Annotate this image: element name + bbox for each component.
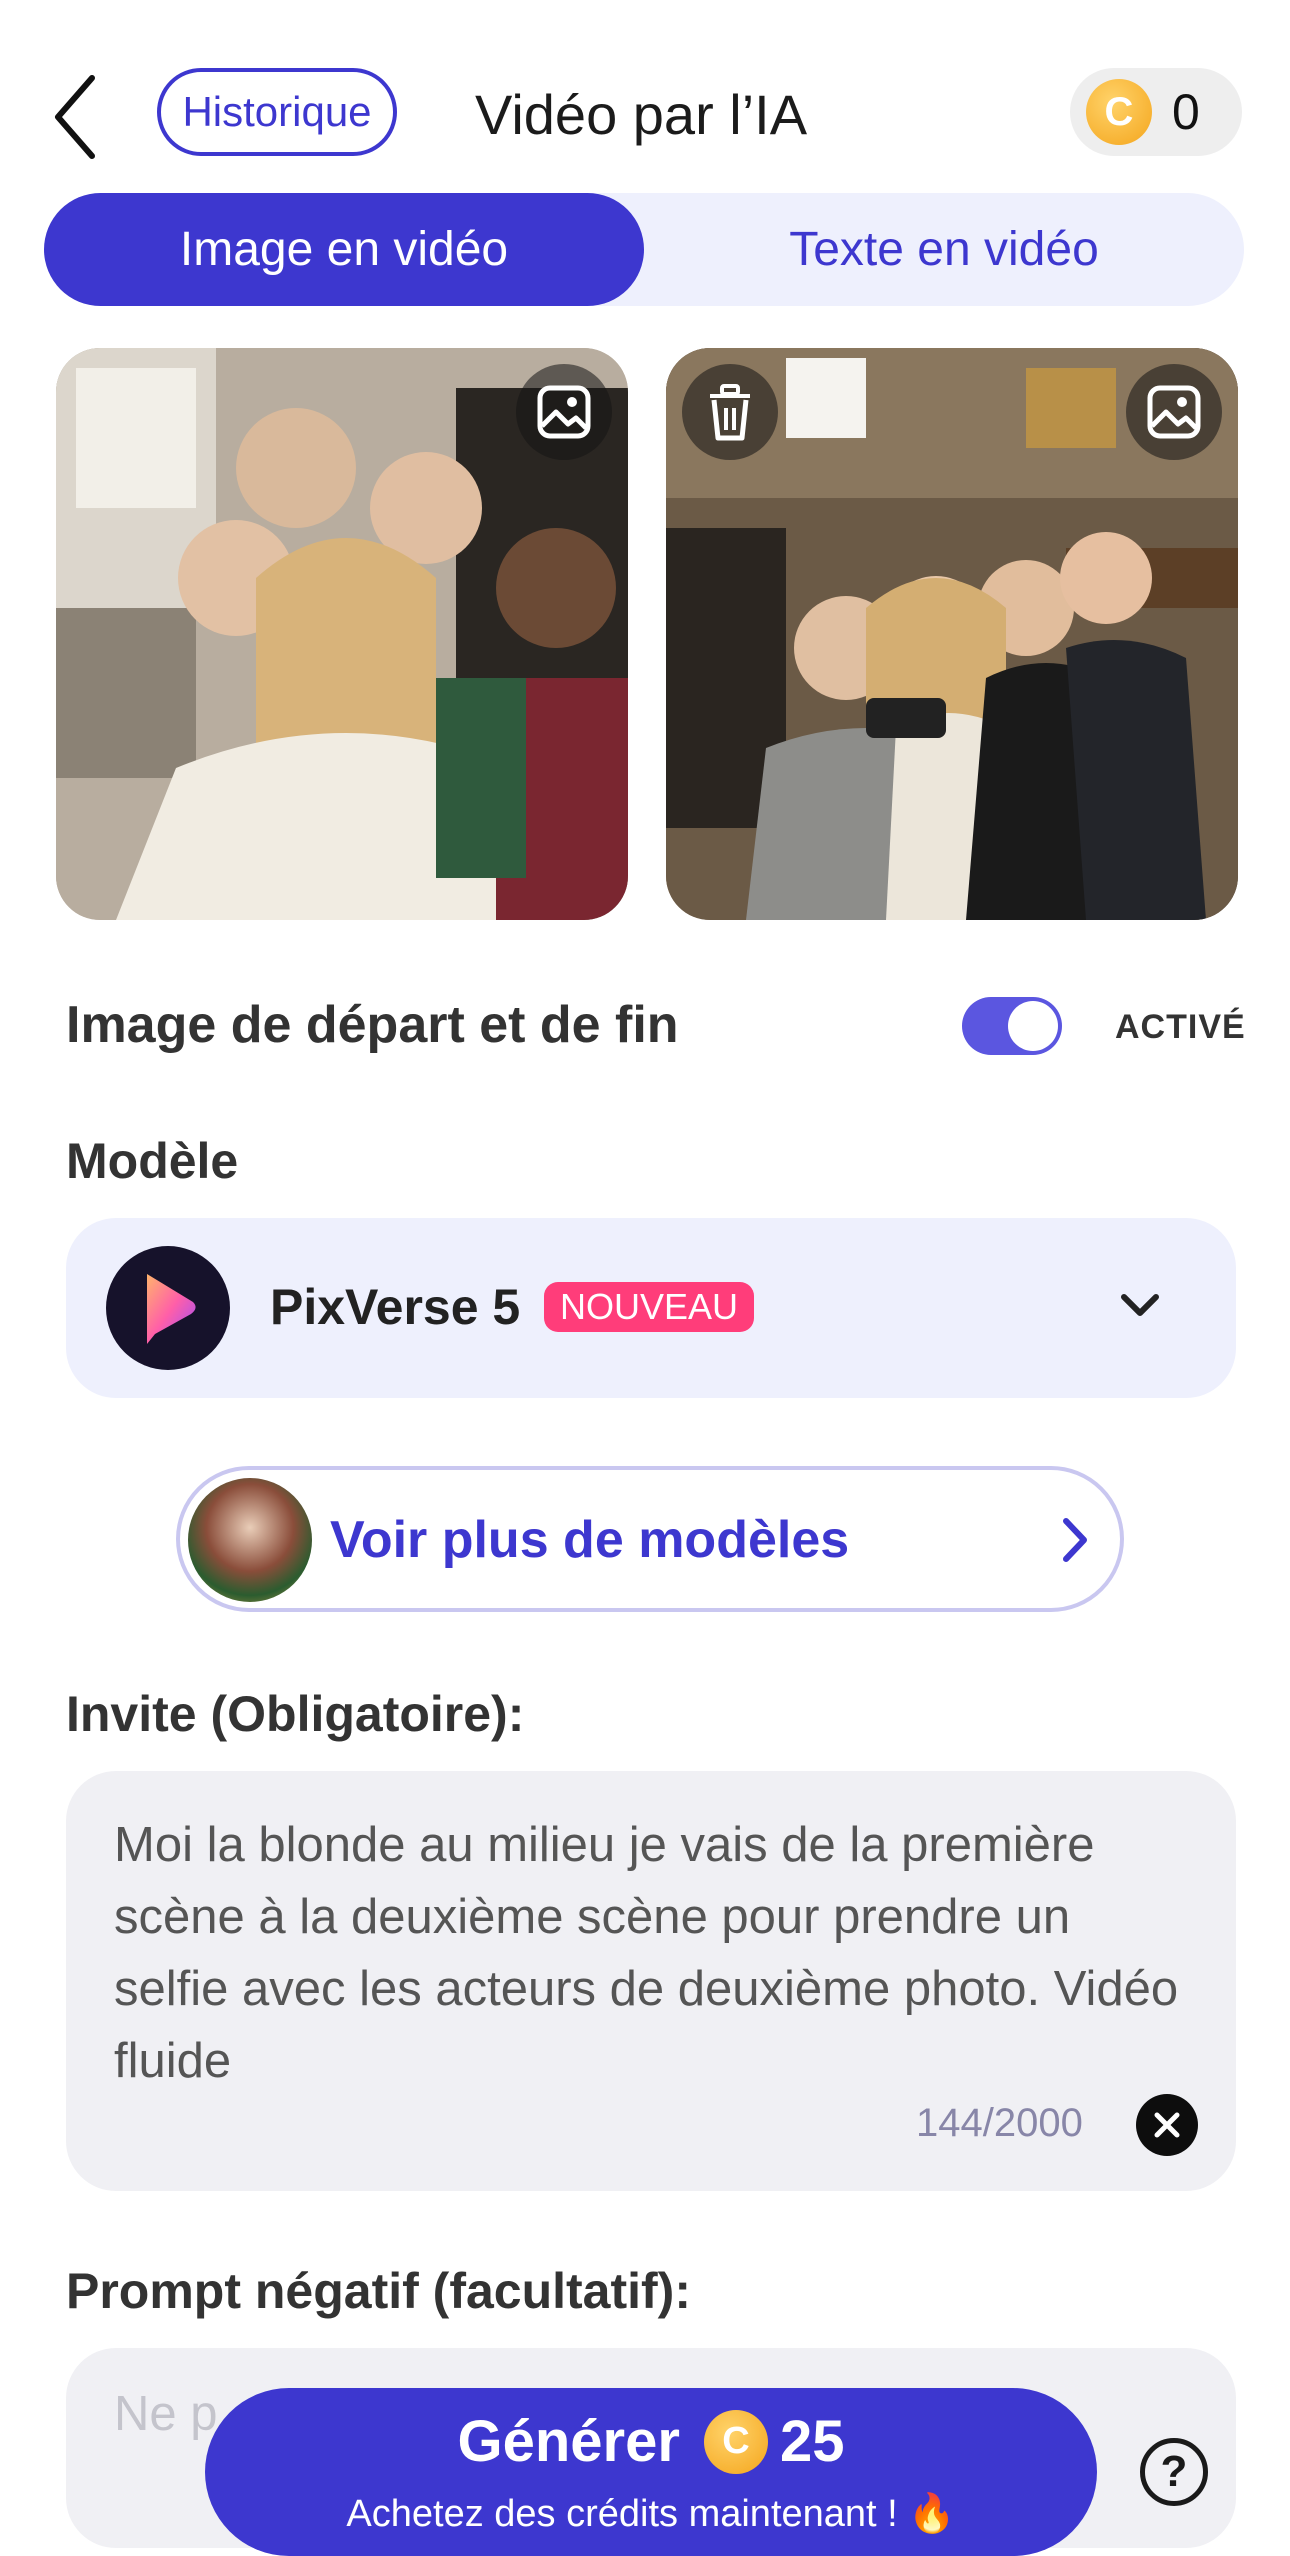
- toggle-knob: [1008, 1001, 1058, 1051]
- chevron-left-icon: [55, 75, 95, 159]
- coin-icon: C: [703, 2409, 768, 2474]
- char-counter: 144/2000: [916, 2101, 1083, 2145]
- negative-prompt-label: Prompt négatif (facultatif):: [66, 2263, 691, 2319]
- prompt-field[interactable]: Moi la blonde au milieu je vais de la pr…: [66, 1771, 1236, 2191]
- buy-credits-label: Achetez des crédits maintenant ! 🔥: [346, 2493, 956, 2535]
- start-image[interactable]: [56, 348, 628, 920]
- tab-image-to-video[interactable]: Image en vidéo: [44, 193, 644, 306]
- clear-prompt-button[interactable]: [1136, 2094, 1198, 2156]
- prompt-text[interactable]: Moi la blonde au milieu je vais de la pr…: [114, 1809, 1194, 2097]
- model-select[interactable]: PixVerse 5 NOUVEAU: [66, 1218, 1236, 1398]
- tab-text-to-video[interactable]: Texte en vidéo: [644, 193, 1244, 306]
- delete-image-button[interactable]: [682, 364, 778, 460]
- help-icon[interactable]: ?: [1140, 2438, 1208, 2506]
- generate-row: Générer C 25: [205, 2408, 1097, 2475]
- pixverse-logo-icon: [147, 1274, 196, 1344]
- chevron-down-icon[interactable]: [1110, 1276, 1170, 1336]
- coin-balance[interactable]: C 0: [1070, 68, 1242, 156]
- toggle-state-label: ACTIVÉ: [1115, 1008, 1246, 1046]
- new-badge: NOUVEAU: [544, 1282, 755, 1332]
- start-end-toggle[interactable]: [962, 997, 1062, 1055]
- back-button[interactable]: [40, 72, 110, 162]
- prompt-label: Invite (Obligatoire):: [66, 1686, 525, 1742]
- image-icon: [1147, 385, 1201, 439]
- coin-icon: C: [1086, 79, 1152, 145]
- avatar: [188, 1478, 312, 1602]
- history-button[interactable]: Historique: [157, 68, 397, 156]
- close-icon: [1154, 2112, 1180, 2138]
- generate-button[interactable]: Générer C 25 Achetez des crédits mainten…: [205, 2388, 1097, 2556]
- chevron-right-icon: [1050, 1510, 1100, 1570]
- model-section-label: Modèle: [66, 1133, 239, 1189]
- start-end-label: Image de départ et de fin: [66, 996, 679, 1054]
- more-models-button[interactable]: Voir plus de modèles: [176, 1466, 1124, 1612]
- end-image[interactable]: [666, 348, 1238, 920]
- model-name: PixVerse 5: [270, 1279, 521, 1335]
- generate-cost: 25: [779, 2409, 845, 2474]
- pixverse-logo: [106, 1246, 230, 1370]
- header: Historique Vidéo par l’IA C 0: [0, 60, 1290, 170]
- generate-label: Générer: [457, 2409, 680, 2474]
- image-icon: [537, 385, 591, 439]
- mode-tabs: Image en vidéo Texte en vidéo: [44, 193, 1244, 306]
- negative-prompt-placeholder: Ne p: [114, 2387, 218, 2441]
- trash-icon: [710, 384, 750, 441]
- replace-image-button[interactable]: [1126, 364, 1222, 460]
- coin-balance-value: 0: [1172, 84, 1200, 140]
- more-models-label: Voir plus de modèles: [330, 1511, 850, 1569]
- page-title: Vidéo par l’IA: [475, 83, 808, 146]
- replace-image-button[interactable]: [516, 364, 612, 460]
